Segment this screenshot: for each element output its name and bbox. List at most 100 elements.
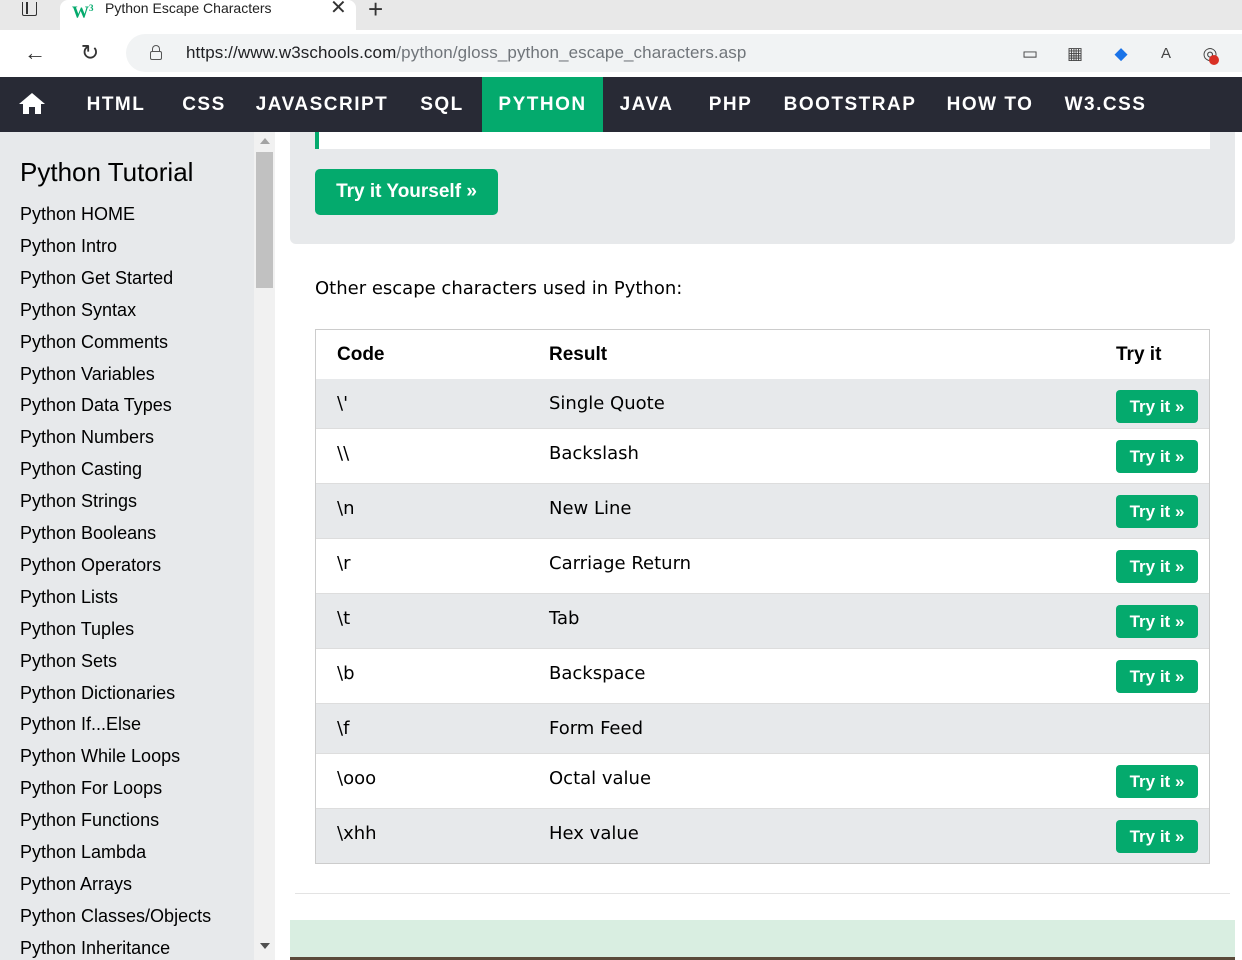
column-header-try-it: Try it xyxy=(1116,344,1162,365)
table-row: \ooo Octal value Try it » xyxy=(316,753,1209,808)
sidebar-item-python-functions[interactable]: Python Functions xyxy=(20,809,159,831)
next-section-banner xyxy=(290,920,1235,960)
escape-code: \ooo xyxy=(337,768,377,789)
url-text[interactable]: https://www.w3schools.com/python/gloss_p… xyxy=(186,43,746,63)
example-box: Try it Yourself » xyxy=(290,132,1235,244)
cookie-blocked-badge xyxy=(1209,55,1219,65)
top-navigation: HTML CSS JAVASCRIPT SQL PYTHON JAVA PHP BOOTSTR… xyxy=(0,77,1242,132)
nav-python[interactable]: PYTHON xyxy=(482,77,603,132)
sidebar-item-python-variables[interactable]: Python Variables xyxy=(20,363,155,385)
escape-result: Single Quote xyxy=(549,393,665,414)
sidebar-item-python-arrays[interactable]: Python Arrays xyxy=(20,873,132,895)
escape-result: Backslash xyxy=(549,443,639,464)
sidebar-item-python-if-else[interactable]: Python If...Else xyxy=(20,713,141,735)
sidebar-item-python-tuples[interactable]: Python Tuples xyxy=(20,618,134,640)
escape-result: Carriage Return xyxy=(549,553,692,574)
sidebar-item-python-syntax[interactable]: Python Syntax xyxy=(20,299,136,321)
nav-sql[interactable]: SQL xyxy=(404,77,480,132)
try-it-button[interactable]: Try it » xyxy=(1116,440,1198,473)
sidebar-item-python-data-types[interactable]: Python Data Types xyxy=(20,394,172,416)
escape-code: \b xyxy=(337,663,355,684)
table-row: \\ Backslash Try it » xyxy=(316,428,1209,483)
tab-title: Python Escape Characters xyxy=(105,0,272,16)
tag-icon[interactable]: ◆ xyxy=(1110,44,1132,64)
sidebar-item-python-classes-objects[interactable]: Python Classes/Objects xyxy=(20,905,211,927)
escape-result: Octal value xyxy=(549,768,652,789)
sidebar-item-python-booleans[interactable]: Python Booleans xyxy=(20,522,156,544)
new-tab-button[interactable]: + xyxy=(368,0,383,22)
escape-code: \r xyxy=(337,553,351,574)
nav-javascript[interactable]: JAVASCRIPT xyxy=(243,77,401,132)
sidebar-item-python-for-loops[interactable]: Python For Loops xyxy=(20,777,162,799)
sidebar-scrollbar[interactable] xyxy=(254,132,275,960)
scroll-thumb[interactable] xyxy=(256,152,273,288)
escape-code: \f xyxy=(337,718,350,739)
sidebar-item-python-comments[interactable]: Python Comments xyxy=(20,331,168,353)
sidebar-item-python-get-started[interactable]: Python Get Started xyxy=(20,267,173,289)
nav-php[interactable]: PHP xyxy=(690,77,771,132)
sidebar-item-python-dictionaries[interactable]: Python Dictionaries xyxy=(20,682,175,704)
escape-result: Hex value xyxy=(549,823,639,844)
table-row: \n New Line Try it » xyxy=(316,483,1209,538)
escape-code: \\ xyxy=(337,443,350,464)
nav-bootstrap[interactable]: BOOTSTRAP xyxy=(771,77,929,132)
table-row: \f Form Feed xyxy=(316,703,1209,753)
reload-icon[interactable]: ↻ xyxy=(75,38,105,68)
read-aloud-icon[interactable]: A xyxy=(1155,44,1177,64)
column-header-result: Result xyxy=(549,344,608,365)
try-it-button[interactable]: Try it » xyxy=(1116,390,1198,423)
tab-close-icon[interactable]: ✕ xyxy=(330,0,347,18)
sidebar-item-python-lists[interactable]: Python Lists xyxy=(20,586,118,608)
scroll-down-icon[interactable] xyxy=(260,943,270,949)
url-path: /python/gloss_python_escape_characters.a… xyxy=(396,43,747,62)
try-it-button[interactable]: Try it » xyxy=(1116,550,1198,583)
browser-toolbar: ← ↻ https://www.w3schools.com/python/glo… xyxy=(0,30,1242,76)
escape-result: New Line xyxy=(549,498,632,519)
escape-characters-table: Code Result Try it \' Single Quote Try it … xyxy=(315,329,1210,864)
table-row: \' Single Quote Try it » xyxy=(316,379,1209,428)
device-icon[interactable]: ▭ xyxy=(1019,44,1041,64)
home-icon[interactable] xyxy=(19,93,45,115)
escape-code: \t xyxy=(337,608,351,629)
sidebar-item-python-operators[interactable]: Python Operators xyxy=(20,554,161,576)
sidebar-item-python-casting[interactable]: Python Casting xyxy=(20,458,142,480)
sidebar-item-python-sets[interactable]: Python Sets xyxy=(20,650,117,672)
sidebar-item-python-lambda[interactable]: Python Lambda xyxy=(20,841,146,863)
try-it-button[interactable]: Try it » xyxy=(1116,495,1198,528)
intro-text: Other escape characters used in Python: xyxy=(315,278,683,299)
sidebar-title: Python Tutorial xyxy=(20,157,194,187)
nav-how-to[interactable]: HOW TO xyxy=(931,77,1049,132)
code-example-strip xyxy=(315,132,1210,149)
sidebar-item-python-while-loops[interactable]: Python While Loops xyxy=(20,745,180,767)
try-it-button[interactable]: Try it » xyxy=(1116,765,1198,798)
nav-java[interactable]: JAVA xyxy=(603,77,690,132)
sidebar-item-python-inheritance[interactable]: Python Inheritance xyxy=(20,937,170,959)
column-header-code: Code xyxy=(337,344,385,365)
try-it-button[interactable]: Try it » xyxy=(1116,820,1198,853)
escape-code: \' xyxy=(337,393,349,414)
sidebar-item-python-intro[interactable]: Python Intro xyxy=(20,235,117,257)
sidebar-item-python-numbers[interactable]: Python Numbers xyxy=(20,426,154,448)
try-it-yourself-button[interactable]: Try it Yourself » xyxy=(315,169,498,215)
browser-tab[interactable]: W3 Python Escape Characters ✕ xyxy=(60,0,356,30)
apps-icon[interactable]: ▦ xyxy=(1064,44,1086,64)
table-row: \b Backspace Try it » xyxy=(316,648,1209,703)
nav-html[interactable]: HTML xyxy=(69,77,163,132)
nav-css[interactable]: CSS xyxy=(167,77,241,132)
try-it-button[interactable]: Try it » xyxy=(1116,605,1198,638)
section-divider xyxy=(295,893,1230,894)
sidebar-item-python-strings[interactable]: Python Strings xyxy=(20,490,137,512)
sidebar-item-python-home[interactable]: Python HOME xyxy=(20,203,135,225)
browser-tab-strip: W3 Python Escape Characters ✕ + xyxy=(0,0,1242,30)
scroll-up-icon[interactable] xyxy=(260,138,270,144)
back-icon[interactable]: ← xyxy=(20,38,50,68)
escape-result: Tab xyxy=(549,608,580,629)
url-host: https://www.w3schools.com xyxy=(186,43,397,62)
table-row: \xhh Hex value Try it » xyxy=(316,808,1209,863)
lock-icon[interactable] xyxy=(150,45,162,60)
nav-w3-css[interactable]: W3.CSS xyxy=(1050,77,1161,132)
try-it-button[interactable]: Try it » xyxy=(1116,660,1198,693)
escape-result: Backspace xyxy=(549,663,646,684)
address-bar[interactable]: https://www.w3schools.com/python/gloss_p… xyxy=(126,34,1242,72)
tab-actions-icon[interactable] xyxy=(14,0,44,20)
